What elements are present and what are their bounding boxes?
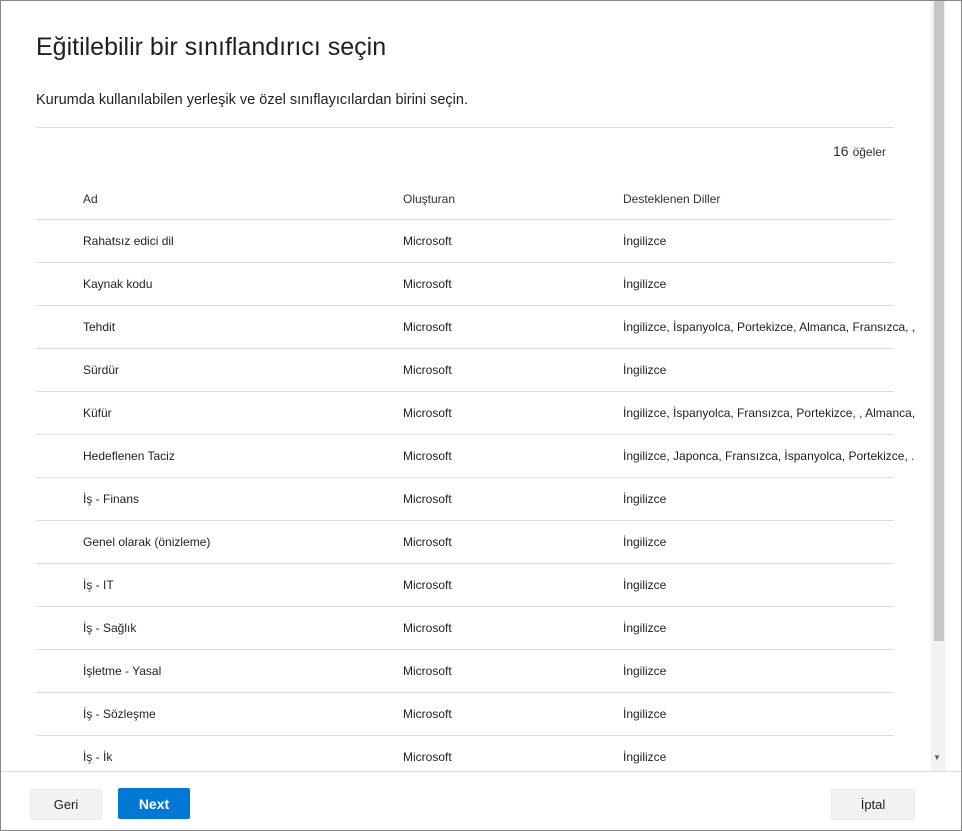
- row-name-cell: Hedeflenen Taciz: [83, 449, 175, 463]
- row-name-cell: Küfür: [83, 406, 112, 420]
- table-row[interactable]: İş - IT Microsoft İngilizce: [36, 564, 894, 607]
- row-creator-cell: Microsoft: [403, 277, 452, 291]
- page-title: Eğitilebilir bir sınıflandırıcı seçin: [36, 33, 387, 61]
- dialog-footer: Geri Next İptal: [1, 771, 961, 830]
- row-languages-cell: İngilizce: [623, 492, 667, 506]
- row-creator-cell: Microsoft: [403, 363, 452, 377]
- column-header-name[interactable]: Ad: [83, 177, 383, 219]
- dialog-content: Eğitilebilir bir sınıflandırıcı seçin Ku…: [1, 1, 946, 771]
- row-creator-cell: Microsoft: [403, 621, 452, 635]
- table-row[interactable]: Sürdür Microsoft İngilizce: [36, 349, 894, 392]
- cancel-button[interactable]: İptal: [831, 789, 915, 820]
- table-row[interactable]: Tehdit Microsoft İngilizce, İspanyolca, Po…: [36, 306, 915, 349]
- table-row[interactable]: Rahatsız edici dil Microsoft İngilizce: [36, 220, 894, 263]
- row-name-cell: Tehdit: [83, 320, 116, 334]
- row-languages-cell: İngilizce: [623, 578, 667, 592]
- next-button[interactable]: Next: [118, 788, 190, 819]
- row-languages-cell: İngilizce: [623, 621, 667, 635]
- row-name-cell: İş - Finans: [83, 492, 140, 506]
- table-body: Rahatsız edici dil Microsoft İngilizce Kayn…: [36, 220, 915, 771]
- table-row[interactable]: İşletme - Yasal Microsoft İngilizce: [36, 650, 894, 693]
- row-name-cell: İş - Sözleşme: [83, 707, 156, 721]
- classifier-table: Ad Oluşturan Desteklenen Diller Rahatsız…: [36, 177, 915, 771]
- row-creator-cell: Microsoft: [403, 406, 452, 420]
- row-languages-cell: İngilizce, İspanyolca, Portekizce, Alman…: [623, 320, 915, 334]
- row-name-cell: Kaynak kodu: [83, 277, 153, 291]
- table-header: Ad Oluşturan Desteklenen Diller: [36, 177, 894, 220]
- column-header-languages[interactable]: Desteklenen Diller: [623, 177, 915, 219]
- table-row[interactable]: İş - İk Microsoft İngilizce: [36, 736, 894, 771]
- row-name-cell: İş - Sağlık: [83, 621, 137, 635]
- item-count-number: 16: [833, 143, 849, 159]
- row-name-cell: Sürdür: [83, 363, 120, 377]
- row-name-cell: İşletme - Yasal: [83, 664, 162, 678]
- row-languages-cell: İngilizce: [623, 277, 667, 291]
- back-button[interactable]: Geri: [30, 789, 102, 820]
- scrollbar-thumb[interactable]: [934, 1, 944, 641]
- column-header-creator[interactable]: Oluşturan: [403, 177, 603, 219]
- table-row[interactable]: Hedeflenen Taciz Microsoft İngilizce, Japo…: [36, 435, 914, 478]
- row-creator-cell: Microsoft: [403, 535, 452, 549]
- row-name-cell: İş - IT: [83, 578, 114, 592]
- row-creator-cell: Microsoft: [403, 664, 452, 678]
- page-subtitle: Kurumda kullanılabilen yerleşik ve özel …: [36, 92, 468, 108]
- table-row[interactable]: Genel olarak (önizleme) Microsoft İngilizc…: [36, 521, 894, 564]
- table-row[interactable]: Küfür Microsoft İngilizce, İspanyolca, Fra…: [36, 392, 915, 435]
- row-languages-cell: İngilizce: [623, 707, 667, 721]
- row-languages-cell: İngilizce: [623, 664, 667, 678]
- row-name-cell: İş - İk: [83, 750, 113, 764]
- row-creator-cell: Microsoft: [403, 707, 452, 721]
- row-creator-cell: Microsoft: [403, 578, 452, 592]
- chevron-down-icon[interactable]: ▼: [933, 753, 941, 763]
- divider: [36, 127, 894, 128]
- row-creator-cell: Microsoft: [403, 750, 452, 764]
- row-name-cell: Rahatsız edici dil: [83, 234, 174, 248]
- item-count: 16 öğeler: [833, 143, 886, 159]
- row-languages-cell: İngilizce: [623, 234, 667, 248]
- table-row[interactable]: İş - Finans Microsoft İngilizce: [36, 478, 894, 521]
- item-count-label: öğeler: [852, 145, 886, 159]
- row-languages-cell: İngilizce: [623, 750, 667, 764]
- vertical-scrollbar[interactable]: ▼: [931, 1, 946, 771]
- row-languages-cell: İngilizce: [623, 535, 667, 549]
- classifier-dialog: Eğitilebilir bir sınıflandırıcı seçin Ku…: [0, 0, 962, 831]
- row-name-cell: Genel olarak (önizleme): [83, 535, 211, 549]
- table-row[interactable]: İş - Sözleşme Microsoft İngilizce: [36, 693, 894, 736]
- row-creator-cell: Microsoft: [403, 492, 452, 506]
- table-row[interactable]: Kaynak kodu Microsoft İngilizce: [36, 263, 894, 306]
- row-creator-cell: Microsoft: [403, 320, 452, 334]
- row-creator-cell: Microsoft: [403, 234, 452, 248]
- row-languages-cell: İngilizce: [623, 363, 667, 377]
- row-creator-cell: Microsoft: [403, 449, 452, 463]
- row-languages-cell: İngilizce, Japonca, Fransızca, İspanyolc…: [623, 449, 915, 463]
- table-row[interactable]: İş - Sağlık Microsoft İngilizce: [36, 607, 894, 650]
- row-languages-cell: İngilizce, İspanyolca, Fransızca, Portek…: [623, 406, 915, 420]
